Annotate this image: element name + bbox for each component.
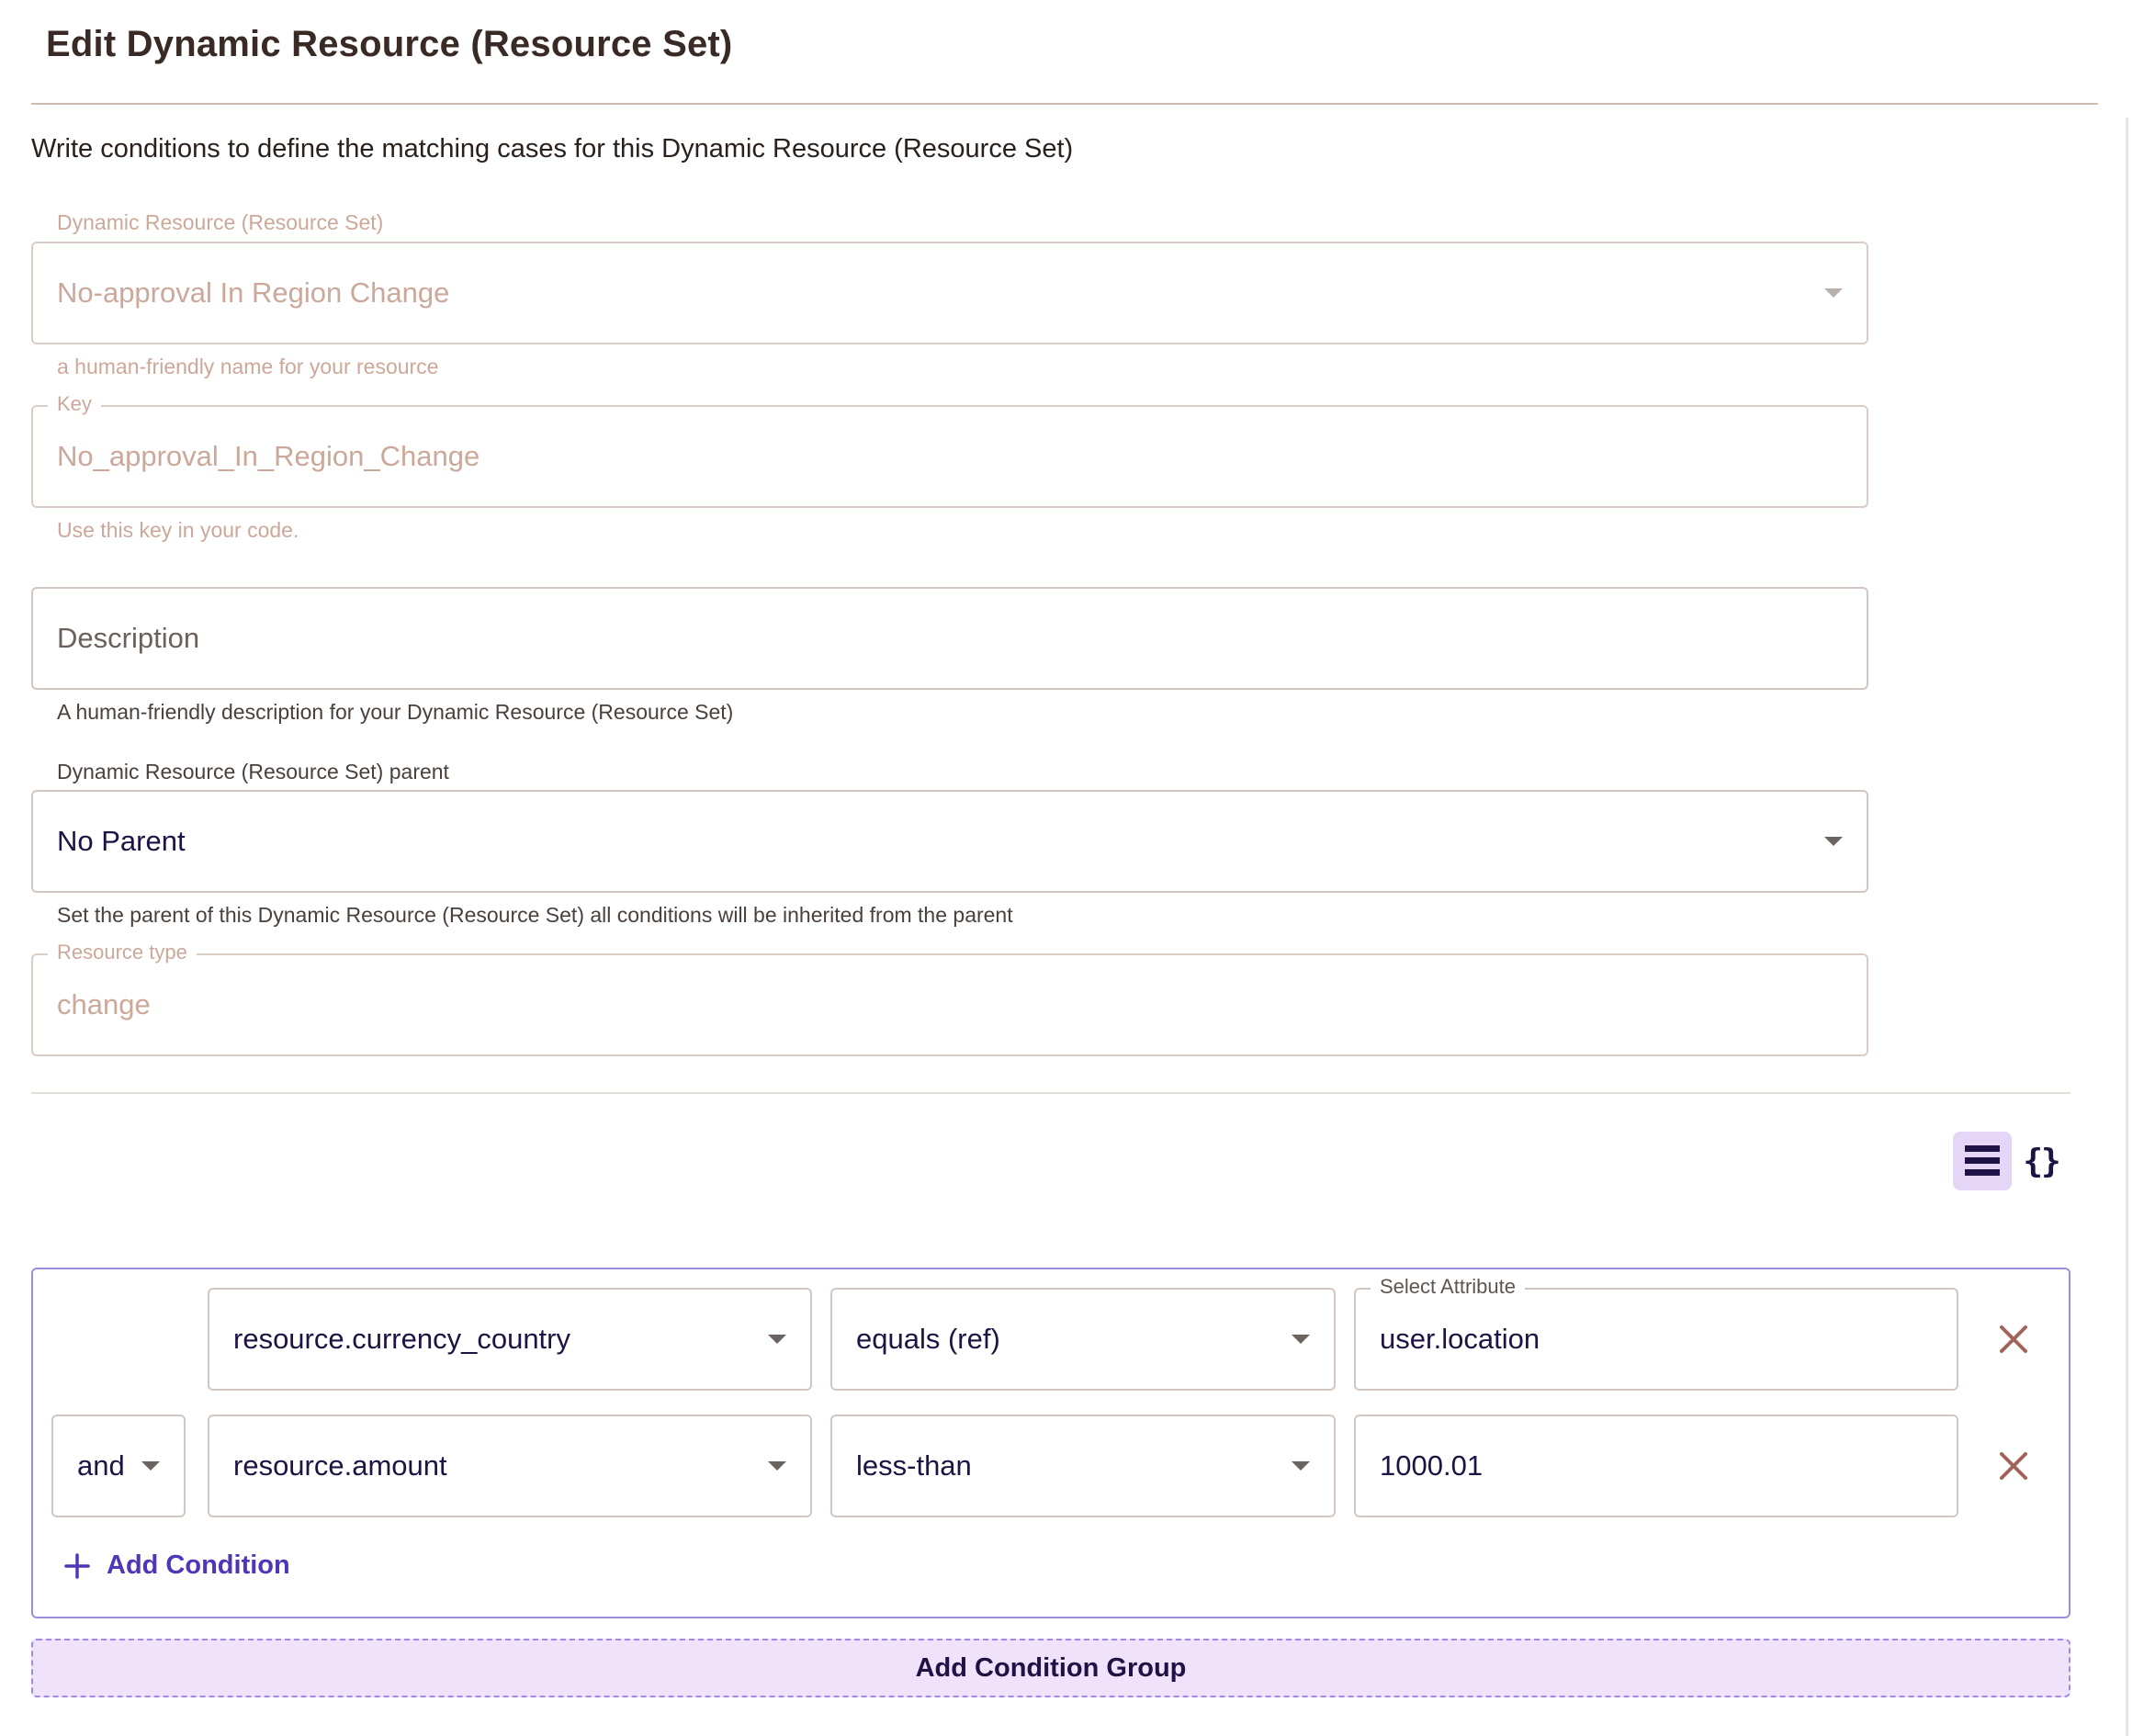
name-label: Dynamic Resource (Resource Set): [57, 210, 384, 234]
description-placeholder: Description: [57, 622, 200, 654]
plus-icon: [64, 1552, 90, 1579]
condition-1-value-select[interactable]: Select Attribute user.location: [1354, 1275, 1958, 1391]
chevron-down-icon: [141, 1461, 160, 1471]
list-icon: [1965, 1145, 2000, 1176]
condition-1-operator: equals (ref): [856, 1323, 1000, 1355]
add-condition-label: Add Condition: [107, 1550, 290, 1580]
add-condition-group-label: Add Condition Group: [915, 1652, 1187, 1683]
chevron-down-icon: [1292, 1335, 1310, 1344]
key-value: No_approval_In_Region_Change: [57, 440, 480, 472]
chevron-down-icon: [1824, 288, 1843, 298]
remove-condition-2-button[interactable]: [1991, 1443, 2037, 1489]
condition-2-attribute-select[interactable]: resource.amount: [208, 1415, 812, 1517]
key-helper: Use this key in your code.: [57, 518, 299, 542]
resource-type-value: change: [57, 988, 151, 1020]
add-condition-button[interactable]: Add Condition: [64, 1550, 290, 1581]
title-divider: [31, 103, 2098, 105]
condition-2-attribute: resource.amount: [233, 1449, 447, 1482]
resource-name-value: No-approval In Region Change: [57, 276, 450, 309]
close-icon: [2000, 1325, 2027, 1353]
key-label: Key: [48, 392, 101, 416]
section-divider: [31, 1092, 2070, 1094]
condition-1-attribute: resource.currency_country: [233, 1323, 570, 1355]
name-helper: a human-friendly name for your resource: [57, 355, 439, 378]
resource-type-field[interactable]: Resource type change: [31, 941, 1868, 1056]
condition-1-operator-select[interactable]: equals (ref): [830, 1288, 1336, 1391]
list-view-button[interactable]: [1953, 1132, 2012, 1190]
close-icon: [2000, 1452, 2027, 1480]
description-helper: A human-friendly description for your Dy…: [57, 700, 734, 724]
condition-1-value: user.location: [1380, 1323, 1540, 1355]
json-view-button[interactable]: {}: [2012, 1132, 2070, 1190]
page-title: Edit Dynamic Resource (Resource Set): [46, 24, 733, 64]
scrollbar-track[interactable]: [2126, 118, 2128, 1736]
resource-name-select[interactable]: No-approval In Region Change: [31, 242, 1868, 344]
parent-value: No Parent: [57, 825, 186, 857]
parent-label: Dynamic Resource (Resource Set) parent: [57, 760, 449, 783]
description-input[interactable]: Description: [31, 587, 1868, 690]
chevron-down-icon: [1292, 1461, 1310, 1471]
intro-text: Write conditions to define the matching …: [31, 134, 1074, 163]
condition-1-attribute-select[interactable]: resource.currency_country: [208, 1288, 812, 1391]
parent-select[interactable]: No Parent: [31, 790, 1868, 893]
condition-2-value-input[interactable]: 1000.01: [1354, 1415, 1958, 1517]
braces-icon: {}: [2023, 1142, 2060, 1180]
chevron-down-icon: [1824, 837, 1843, 846]
condition-2-operator: less-than: [856, 1449, 972, 1482]
condition-2-conjunction-select[interactable]: and: [51, 1415, 186, 1517]
key-field[interactable]: Key No_approval_In_Region_Change: [31, 392, 1868, 508]
resource-type-label: Resource type: [48, 941, 197, 964]
chevron-down-icon: [768, 1335, 786, 1344]
condition-2-operator-select[interactable]: less-than: [830, 1415, 1336, 1517]
remove-condition-1-button[interactable]: [1991, 1316, 2037, 1362]
parent-helper: Set the parent of this Dynamic Resource …: [57, 903, 1013, 927]
add-condition-group-button[interactable]: Add Condition Group: [31, 1639, 2070, 1697]
condition-2-conjunction: and: [77, 1449, 125, 1482]
condition-2-value: 1000.01: [1380, 1449, 1484, 1482]
chevron-down-icon: [768, 1461, 786, 1471]
condition-1-value-label: Select Attribute: [1371, 1275, 1525, 1299]
